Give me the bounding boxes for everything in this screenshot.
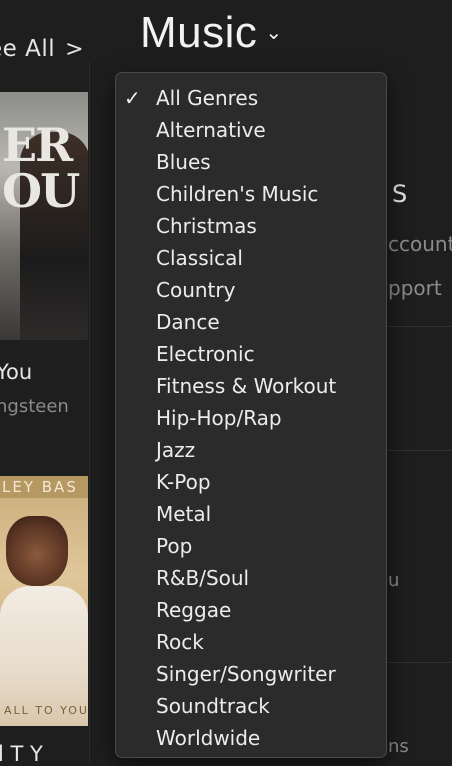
menu-item-label: Country: [156, 278, 236, 302]
menu-item-label: Blues: [156, 150, 211, 174]
menu-item-label: Jazz: [156, 438, 196, 462]
menu-item-genre[interactable]: Christmas: [116, 210, 386, 242]
menu-item-label: Electronic: [156, 342, 255, 366]
menu-item-genre[interactable]: R&B/Soul: [116, 562, 386, 594]
menu-item-label: Christmas: [156, 214, 257, 238]
menu-item-label: Reggae: [156, 598, 232, 622]
menu-item-genre[interactable]: ✓ All Genres: [116, 82, 386, 114]
account-link[interactable]: ccount: [388, 232, 452, 256]
menu-item-label: R&B/Soul: [156, 566, 250, 590]
menu-item-label: Classical: [156, 246, 243, 270]
menu-item-genre[interactable]: Electronic: [116, 338, 386, 370]
album-artwork-face: [6, 516, 68, 586]
album-artwork-text: LEY BAS: [2, 478, 78, 496]
menu-item-genre[interactable]: Alternative: [116, 114, 386, 146]
see-all-label: ee All: [0, 36, 56, 62]
section-heading: S: [392, 180, 408, 208]
page-title: Music: [140, 8, 258, 57]
menu-item-genre[interactable]: Rock: [116, 626, 386, 658]
menu-item-label: Metal: [156, 502, 212, 526]
chevron-down-icon: ⌄: [265, 22, 283, 44]
menu-item-genre[interactable]: Pop: [116, 530, 386, 562]
menu-item-genre[interactable]: Blues: [116, 146, 386, 178]
menu-item-genre[interactable]: Children's Music: [116, 178, 386, 210]
menu-item-genre[interactable]: Classical: [116, 242, 386, 274]
menu-item-genre[interactable]: Reggae: [116, 594, 386, 626]
menu-item-genre[interactable]: Dance: [116, 306, 386, 338]
menu-item-label: Dance: [156, 310, 220, 334]
menu-item-label: All Genres: [156, 86, 259, 110]
menu-item-label: Children's Music: [156, 182, 319, 206]
menu-item-label: Fitness & Workout: [156, 374, 337, 398]
album-title[interactable]: You: [0, 360, 32, 384]
menu-item-genre[interactable]: K-Pop: [116, 466, 386, 498]
menu-item-label: Hip-Hop/Rap: [156, 406, 282, 430]
divider: [388, 662, 452, 663]
album-artist[interactable]: ngsteen: [0, 396, 69, 417]
menu-item-genre[interactable]: Fitness & Workout: [116, 370, 386, 402]
menu-item-genre[interactable]: Metal: [116, 498, 386, 530]
column-divider: [89, 62, 90, 762]
album-artwork[interactable]: ER OU: [0, 92, 88, 340]
divider: [388, 450, 452, 451]
menu-item-label: Singer/Songwriter: [156, 662, 336, 686]
support-link[interactable]: pport: [388, 276, 442, 300]
menu-item-label: Alternative: [156, 118, 266, 142]
menu-item-genre[interactable]: Country: [116, 274, 386, 306]
album-artwork[interactable]: LEY BAS ALL TO YOU: [0, 476, 88, 726]
menu-item-genre[interactable]: Hip-Hop/Rap: [116, 402, 386, 434]
checkmark-icon: ✓: [124, 86, 141, 110]
menu-item-label: Pop: [156, 534, 193, 558]
genre-dropdown-menu: ✓ All Genres Alternative Blues Children's Mu…: [115, 72, 387, 758]
menu-item-label: Worldwide: [156, 726, 261, 750]
menu-item-genre[interactable]: Jazz: [116, 434, 386, 466]
album-artwork-caption: ALL TO YOU: [4, 704, 88, 717]
divider: [388, 326, 452, 327]
chevron-right-icon: >: [65, 37, 85, 62]
album-title[interactable]: l T Y: [0, 742, 43, 766]
menu-item-genre[interactable]: Singer/Songwriter: [116, 658, 386, 690]
menu-item-label: Soundtrack: [156, 694, 270, 718]
menu-item-genre[interactable]: Worldwide: [116, 722, 386, 754]
see-all-link[interactable]: ee All >: [0, 36, 84, 62]
menu-item-label: K-Pop: [156, 470, 211, 494]
panel-link[interactable]: u: [388, 570, 399, 591]
menu-item-genre[interactable]: Soundtrack: [116, 690, 386, 722]
genre-selector-button[interactable]: Music ⌄: [140, 8, 283, 58]
panel-link[interactable]: ns: [388, 736, 409, 757]
menu-item-label: Rock: [156, 630, 204, 654]
album-artwork-text: ER OU: [2, 118, 80, 218]
